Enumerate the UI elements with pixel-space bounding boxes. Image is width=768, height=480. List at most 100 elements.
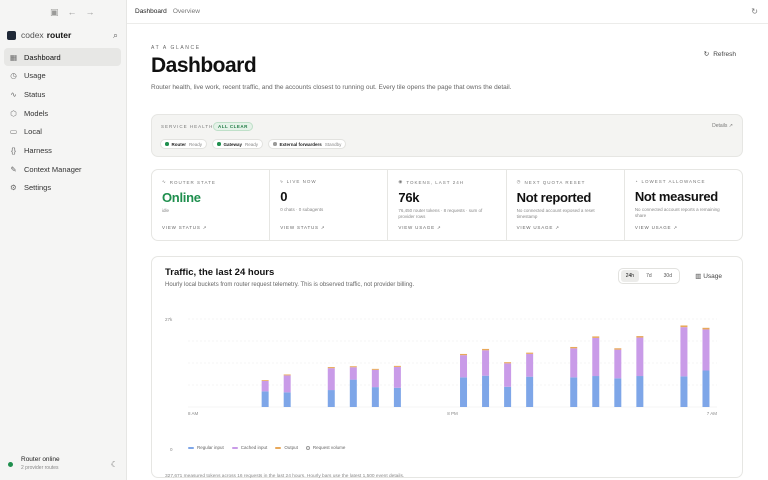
page-title: Dashboard [151, 54, 257, 77]
pulse-icon: ∿ [162, 179, 167, 184]
x-tick-label: 7 AM [707, 411, 718, 416]
arrow-up-right-icon: ↗ [436, 225, 442, 230]
bar-segment [636, 337, 644, 377]
sidebar-item-dashboard[interactable]: ▦ Dashboard [4, 48, 121, 66]
bar-segment [482, 348, 490, 351]
sidebar-nav: ▦ Dashboard ◷ Usage ∿ Status ⬡ Models ▭ Local… [4, 48, 121, 198]
gear-icon: ⚙ [10, 183, 17, 193]
clock-icon: ◷ [516, 179, 522, 184]
bar-segment [393, 365, 401, 367]
tile-next-quota-reset[interactable]: ◷ NEXT QUOTA RESET Not reported No connec… [507, 170, 625, 240]
server-icon: ▭ [9, 127, 18, 137]
sidebar-toggle-icon[interactable]: ▣ [50, 7, 59, 17]
bar-segment [592, 337, 600, 377]
chart-legend: Regular input Cached input Output Reques… [188, 445, 345, 450]
bar-segment [371, 369, 379, 388]
status-badge: ALL CLEAR [213, 122, 253, 131]
legend-regular-input: Regular input [188, 445, 224, 450]
bar-segment [504, 362, 512, 364]
tile-tokens[interactable]: ◉ TOKENS, LAST 24H 76k 76,450 router toke… [388, 170, 507, 240]
bar-segment [482, 375, 490, 407]
bar-segment [680, 327, 688, 377]
window-controls: ▣ ← → [50, 7, 95, 17]
bar-segment [460, 353, 468, 356]
service-health-card[interactable]: SERVICE HEALTH ALL CLEAR Details ↗ Route… [151, 114, 743, 157]
bar-segment [349, 367, 357, 380]
status-dot [273, 142, 277, 146]
forward-icon[interactable]: → [86, 7, 95, 17]
search-icon[interactable]: ⌕ [113, 30, 118, 41]
y-tick-label: 0 [170, 447, 173, 452]
tile-value: 76k [398, 190, 420, 205]
bar-segment [570, 348, 578, 378]
health-details-link[interactable]: Details ↗ [712, 123, 733, 129]
bar-segment [614, 349, 622, 379]
sidebar: ▣ ← → codex router ⌕ ▦ Dashboard ◷ Usage ∿ S… [0, 0, 127, 480]
bar-segment [680, 325, 688, 328]
sidebar-item-usage[interactable]: ◷ Usage [4, 67, 121, 85]
bar-segment [702, 329, 710, 371]
sidebar-item-settings[interactable]: ⚙ Settings [4, 179, 121, 197]
sidebar-item-models[interactable]: ⬡ Models [4, 104, 121, 122]
pulse-icon: ∿ [10, 89, 17, 99]
bar-segment [349, 366, 357, 368]
refresh-icon: ↻ [703, 51, 710, 58]
x-tick-label: 8 PM [447, 411, 458, 416]
sidebar-item-local[interactable]: ▭ Local [4, 123, 121, 141]
x-tick-label: 8 AM [188, 411, 199, 416]
tile-value: 0 [280, 189, 288, 204]
router-status-footer: Router online 2 provider routes ☾ [8, 456, 118, 472]
legend-cached-input: Cached input [231, 445, 267, 450]
status-dot [8, 461, 13, 467]
pencil-icon: ✎ [10, 164, 17, 174]
theme-toggle-icon[interactable]: ☾ [111, 460, 118, 469]
traffic-card: Traffic, the last 24 hours Hourly local … [151, 256, 743, 479]
view-usage-link[interactable]: VIEW USAGE ↗ [517, 225, 560, 231]
service-health-label: SERVICE HEALTH [161, 124, 214, 129]
tile-value: Not measured [634, 189, 718, 204]
breadcrumb-dashboard[interactable]: Dashboard [135, 8, 167, 15]
status-dot [165, 142, 169, 146]
service-pills: Router Ready Gateway Ready External forwar… [160, 139, 347, 149]
tile-sub: No connected account reports a remaining… [634, 207, 720, 218]
tile-live-now[interactable]: ϟ LIVE NOW 0 0 chats · 0 subagents VIEW S… [270, 170, 389, 240]
braces-icon: {} [10, 145, 16, 155]
bar-segment [702, 327, 710, 330]
bar-segment [261, 391, 269, 407]
view-status-link[interactable]: VIEW STATUS ↗ [280, 225, 325, 231]
service-pill-external-forwarders: External forwarders Standby [268, 139, 347, 149]
bar-segment [570, 346, 578, 349]
bar-segment [570, 377, 578, 407]
view-usage-link[interactable]: VIEW USAGE ↗ [398, 225, 441, 231]
bar-segment [526, 352, 534, 354]
bar-segment [283, 375, 291, 393]
bar-segment [283, 392, 291, 407]
bar-segment [680, 376, 688, 407]
back-icon[interactable]: ← [68, 7, 77, 17]
gauge-icon: ◔ [634, 179, 639, 184]
bar-segment [482, 350, 490, 376]
tile-value: Not reported [516, 190, 592, 205]
grid-icon: ▦ [9, 52, 18, 62]
bar-segment [636, 376, 644, 407]
bar-segment [460, 377, 468, 407]
sidebar-item-harness[interactable]: {} Harness [4, 141, 121, 159]
tile-router-state[interactable]: ∿ ROUTER STATE Online idle VIEW STATUS ↗ [152, 170, 271, 240]
sidebar-item-status[interactable]: ∿ Status [4, 85, 121, 103]
sidebar-item-context-manager[interactable]: ✎ Context Manager [4, 160, 121, 178]
bolt-icon: ϟ [280, 179, 284, 184]
reload-icon[interactable]: ↻ [751, 7, 758, 16]
bar-segment [261, 380, 269, 392]
bar-segment [261, 380, 269, 381]
arrow-up-right-icon: ↗ [320, 225, 326, 230]
page-description: Router health, live work, recent traffic… [151, 84, 512, 91]
bar-segment [702, 370, 710, 407]
view-usage-link[interactable]: VIEW USAGE ↗ [635, 225, 678, 231]
refresh-button[interactable]: ↻ Refresh [703, 50, 736, 59]
tile-lowest-allowance[interactable]: ◔ LOWEST ALLOWANCE Not measured No connec… [625, 170, 742, 240]
router-status-subtitle: 2 provider routes [21, 465, 59, 471]
legend-request-volume: Request volume [305, 445, 345, 450]
bar-segment [349, 379, 357, 407]
view-status-link[interactable]: VIEW STATUS ↗ [162, 225, 207, 231]
bar-segment [614, 348, 622, 350]
